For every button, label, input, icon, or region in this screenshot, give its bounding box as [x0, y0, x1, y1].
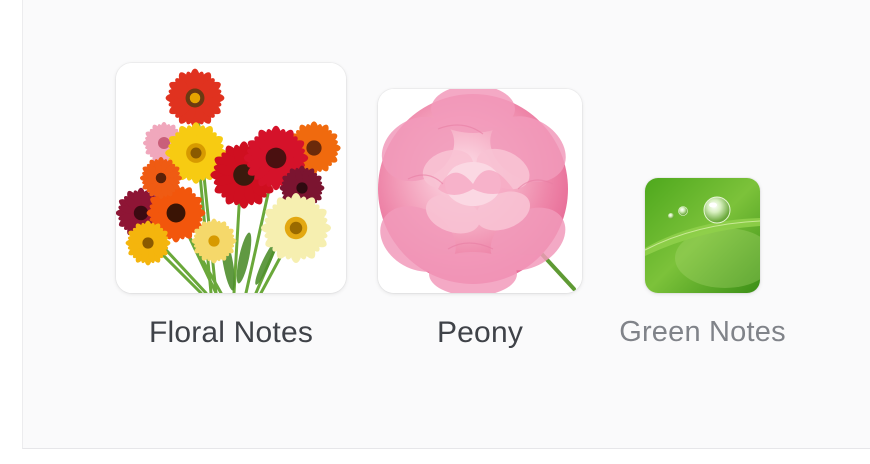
category-card-floral-notes[interactable]: Floral Notes: [116, 63, 346, 349]
note-category-panel: Floral Notes Peony Green Notes: [22, 0, 870, 449]
category-card-green-notes[interactable]: Green Notes: [619, 178, 786, 348]
peony-label[interactable]: Peony: [437, 316, 523, 350]
green-notes-thumbnail[interactable]: [645, 178, 760, 293]
floral-notes-thumbnail[interactable]: [116, 63, 346, 293]
floral-notes-label[interactable]: Floral Notes: [149, 316, 313, 350]
note-carousel[interactable]: Floral Notes Peony Green Notes: [23, 0, 870, 449]
green-leaf-waterdrop-image: [645, 178, 760, 293]
pink-peony-image: [378, 89, 582, 293]
category-card-peony[interactable]: Peony: [378, 89, 582, 349]
peony-thumbnail[interactable]: [378, 89, 582, 293]
green-notes-label[interactable]: Green Notes: [619, 316, 786, 349]
gerbera-bouquet-image: [116, 63, 346, 293]
